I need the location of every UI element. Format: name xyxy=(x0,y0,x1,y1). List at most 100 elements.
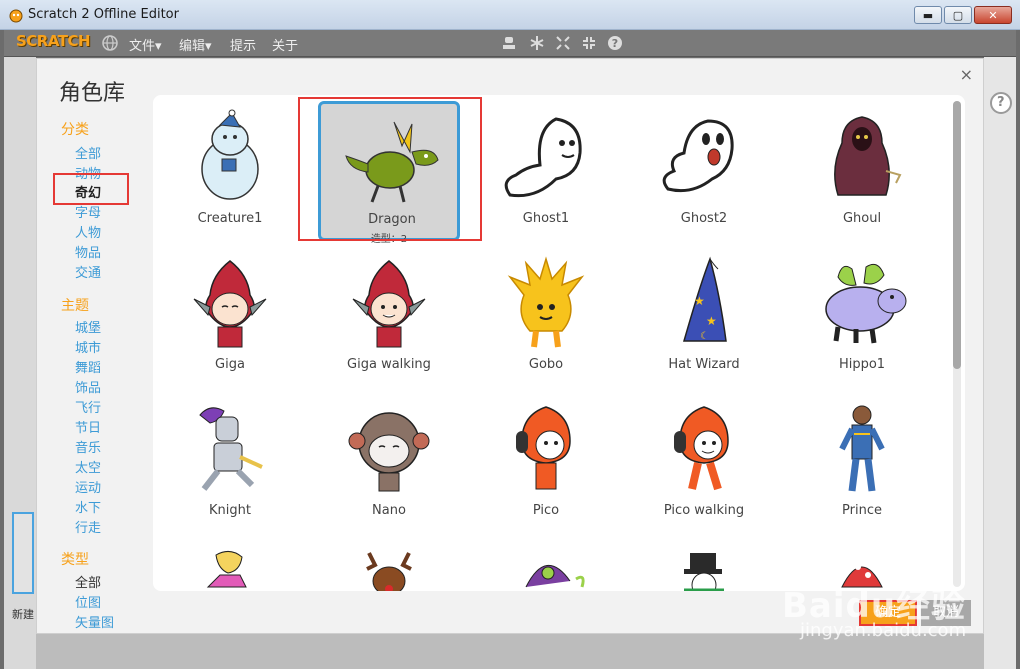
grow-icon[interactable] xyxy=(554,34,572,52)
sprite-tile-knight[interactable]: Knight xyxy=(159,393,301,533)
sprite-name: Gobo xyxy=(528,357,564,372)
sprite-tile-nano[interactable]: Nano xyxy=(318,393,460,533)
ghost1-sprite-image xyxy=(504,117,582,198)
sprite-tile-hat-wizard[interactable]: ★ ★ ☾ Hat Wizard xyxy=(633,247,775,387)
help-circle-icon[interactable]: ? xyxy=(990,92,1012,114)
sprite-tile-reindeer[interactable] xyxy=(318,539,460,591)
sprite-name: Ghoul xyxy=(842,211,882,226)
cut-icon[interactable] xyxy=(528,34,546,52)
theme-underwater[interactable]: 水下 xyxy=(75,497,101,516)
sprite-name: Hat Wizard xyxy=(668,357,740,372)
svg-text:★: ★ xyxy=(706,314,717,328)
menu-edit[interactable]: 编辑▾ xyxy=(179,35,212,54)
sprite-tile-hippo1[interactable]: Hippo1 xyxy=(791,247,933,387)
sprite-tile-princess[interactable] xyxy=(159,539,301,591)
sprite-tile-gobo[interactable]: Gobo xyxy=(475,247,617,387)
type-bitmap[interactable]: 位图 xyxy=(75,592,101,611)
sprite-name: Pico xyxy=(532,503,560,518)
theme-walking[interactable]: 行走 xyxy=(75,517,101,536)
sprite-tile-ghost1[interactable]: Ghost1 xyxy=(475,101,617,241)
princess-sprite-image xyxy=(206,551,247,588)
stage-thumbnail[interactable] xyxy=(12,512,34,594)
watermark-url: jingyan.baidu.com xyxy=(800,620,967,641)
sprite-name: Ghost1 xyxy=(522,211,570,226)
sprite-grid: Creature1 Dragon 造型：2 Ghost1 Ghost2 Ghou… xyxy=(153,95,965,591)
window-controls: ▬ ▢ ✕ xyxy=(914,6,1012,24)
theme-dance[interactable]: 舞蹈 xyxy=(75,357,101,376)
sprite-tile-ghost2[interactable]: Ghost2 xyxy=(633,101,775,241)
grid-scrollbar[interactable] xyxy=(953,101,961,587)
prince-sprite-image xyxy=(839,405,885,492)
sprite-name: Creature1 xyxy=(197,211,263,226)
globe-icon[interactable] xyxy=(101,34,119,52)
menu-about[interactable]: 关于 xyxy=(272,35,298,54)
category-transport[interactable]: 交通 xyxy=(75,262,101,281)
shrink-icon[interactable] xyxy=(580,34,598,52)
category-things[interactable]: 物品 xyxy=(75,242,101,261)
sprite-name: Prince xyxy=(842,503,882,518)
sprite-library-dialog: 角色库 × 分类 全部 动物 奇幻 字母 人物 物品 交通 主题 城堡 城市 舞… xyxy=(36,58,984,634)
theme-castle[interactable]: 城堡 xyxy=(75,317,101,336)
selected-category-highlight xyxy=(53,173,129,205)
new-sprite-label: 新建 xyxy=(12,608,34,621)
sprite-tile-creature1[interactable]: Creature1 xyxy=(159,101,301,241)
close-window-button[interactable]: ✕ xyxy=(974,6,1012,24)
type-header: 类型 xyxy=(61,552,89,568)
theme-city[interactable]: 城市 xyxy=(75,337,101,356)
robot-sprite-image xyxy=(525,564,585,588)
category-people[interactable]: 人物 xyxy=(75,222,101,241)
pico-sprite-image xyxy=(516,406,571,490)
theme-music[interactable]: 音乐 xyxy=(75,437,101,456)
menu-tips[interactable]: 提示 xyxy=(230,35,256,54)
giga-sprite-image xyxy=(193,260,267,348)
pico-walking-sprite-image xyxy=(674,406,729,491)
theme-flying[interactable]: 飞行 xyxy=(75,397,101,416)
sprite-tile-prince[interactable]: Prince xyxy=(791,393,933,533)
svg-text:?: ? xyxy=(612,37,618,50)
theme-sports[interactable]: 运动 xyxy=(75,477,101,496)
selected-sprite-highlight xyxy=(298,97,482,241)
menubar: SCRATCH 文件▾ 编辑▾ 提示 关于 ? xyxy=(4,30,1016,57)
type-all[interactable]: 全部 xyxy=(75,572,101,591)
sprite-tile-giga[interactable]: Giga xyxy=(159,247,301,387)
giga-walking-sprite-image xyxy=(352,260,426,348)
svg-text:★: ★ xyxy=(694,294,705,308)
type-vector[interactable]: 矢量图 xyxy=(75,612,114,631)
window-titlebar: Scratch 2 Offline Editor ▬ ▢ ✕ xyxy=(0,0,1020,30)
maximize-button[interactable]: ▢ xyxy=(944,6,972,24)
sprite-name: Pico walking xyxy=(663,503,745,518)
theme-space[interactable]: 太空 xyxy=(75,457,101,476)
sprite-name: Nano xyxy=(372,503,406,518)
dialog-title: 角色库 xyxy=(59,81,126,106)
stamp-icon[interactable] xyxy=(500,34,518,52)
ghost2-sprite-image xyxy=(662,119,734,193)
scratch-logo[interactable]: SCRATCH xyxy=(16,32,91,50)
hat-wizard-sprite-image: ★ ★ ☾ xyxy=(683,256,727,342)
scratch-cat-icon xyxy=(9,9,23,23)
help-icon[interactable]: ? xyxy=(606,34,624,52)
theme-holiday[interactable]: 节日 xyxy=(75,417,101,436)
minimize-icon: ▬ xyxy=(922,8,934,22)
sprite-name: Giga xyxy=(215,357,245,372)
creature-sprite-image xyxy=(201,109,259,200)
sprite-tile-robot[interactable] xyxy=(475,539,617,591)
category-all[interactable]: 全部 xyxy=(75,143,101,162)
sprite-name: Ghost2 xyxy=(680,211,728,226)
close-icon: ✕ xyxy=(988,8,998,22)
theme-dress-up[interactable]: 饰品 xyxy=(75,377,101,396)
sprite-tile-snowman[interactable] xyxy=(633,539,775,591)
sprite-tile-pico-walking[interactable]: Pico walking xyxy=(633,393,775,533)
minimize-button[interactable]: ▬ xyxy=(914,6,942,24)
sprite-name: Giga walking xyxy=(347,357,431,372)
sprite-tile-ghoul[interactable]: Ghoul xyxy=(791,101,933,241)
reindeer-sprite-image xyxy=(366,552,412,591)
dialog-close-icon[interactable]: × xyxy=(960,65,973,84)
sprite-tile-pico[interactable]: Pico xyxy=(475,393,617,533)
sprite-name: Knight xyxy=(209,503,251,518)
svg-text:☾: ☾ xyxy=(700,331,709,342)
theme-header: 主题 xyxy=(61,298,89,314)
sprite-tile-giga-walking[interactable]: Giga walking xyxy=(318,247,460,387)
scrollbar-thumb[interactable] xyxy=(953,101,961,369)
gobo-sprite-image xyxy=(507,256,585,348)
menu-file[interactable]: 文件▾ xyxy=(129,35,162,54)
